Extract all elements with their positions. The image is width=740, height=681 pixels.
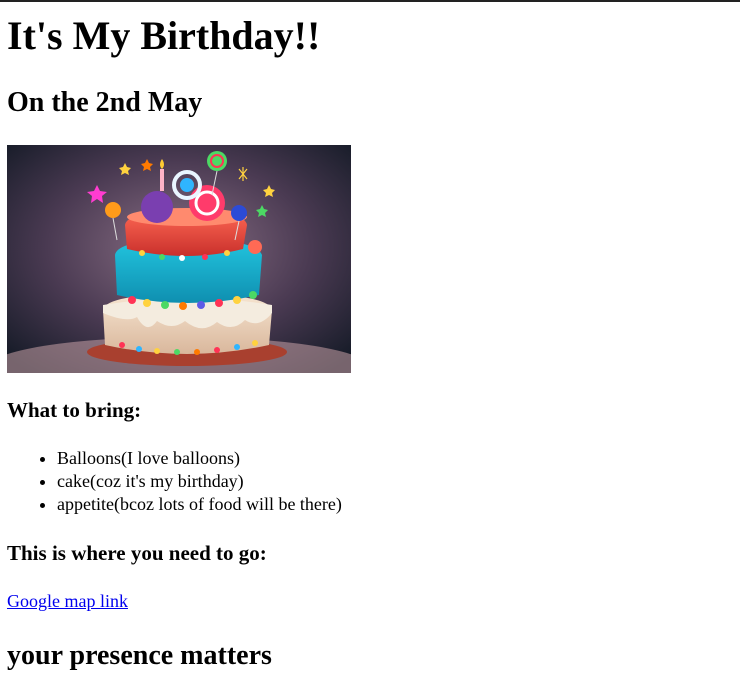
list-item: appetite(bcoz lots of food will be there… [57,493,342,516]
list-item: Balloons(I love balloons) [57,447,342,470]
closing-heading: your presence matters [7,640,272,671]
top-border [0,0,740,2]
page-title: It's My Birthday!! [7,13,321,58]
bring-list: Balloons(I love balloons) cake(coz it's … [0,447,342,516]
date-subheading: On the 2nd May [7,87,203,118]
list-item: cake(coz it's my birthday) [57,470,342,493]
google-map-link[interactable]: Google map link [7,590,128,613]
birthday-cake-image [7,145,351,373]
bring-heading: What to bring: [7,398,142,422]
directions-heading: This is where you need to go: [7,541,267,565]
